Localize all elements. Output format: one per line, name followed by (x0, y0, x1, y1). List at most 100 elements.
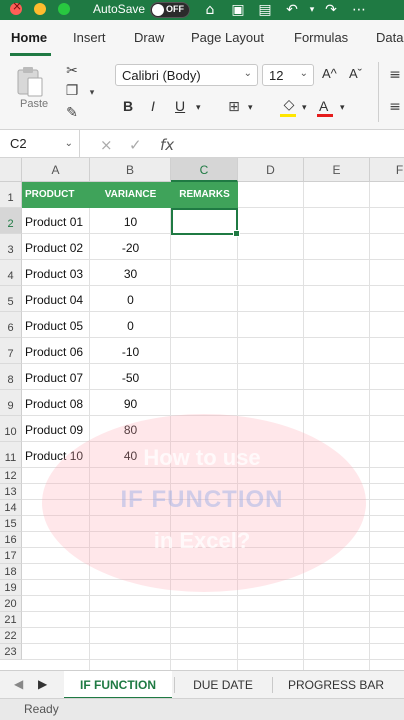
row-gridline (22, 285, 404, 286)
cell-product[interactable]: Product 09 (25, 423, 83, 437)
cell-variance[interactable]: -50 (90, 371, 171, 385)
sheet-tab-progress-bar[interactable]: PROGRESS BAR (276, 671, 396, 699)
bold-button[interactable]: B (123, 98, 133, 114)
font-size-select[interactable]: 12 ⌄ (262, 64, 314, 86)
worksheet-grid[interactable]: A B C D E F 1 2 3 4 5 6 7 8 9 10 11 12 13 14 15 16 17 18 1… (0, 158, 404, 670)
decrease-font-size-button[interactable]: Aˇ (349, 66, 362, 81)
cell-product[interactable]: Product 08 (25, 397, 83, 411)
borders-icon[interactable]: ⊞ (225, 98, 243, 116)
insert-function-button[interactable]: fx (160, 136, 174, 154)
row-header[interactable]: 5 (0, 286, 22, 312)
align-icon[interactable]: ≡ (386, 66, 404, 84)
undo-dropdown-icon[interactable]: ▾ (303, 1, 321, 19)
ribbon-home: Paste ✂ ❐ ▾ ✎ Calibri (Body) ⌄ 12 ⌄ A^ A… (0, 56, 404, 130)
cell-product[interactable]: Product 01 (25, 215, 83, 229)
copy-icon[interactable]: ❐ (63, 82, 81, 100)
row-header[interactable]: 3 (0, 234, 22, 260)
copy-dropdown-icon[interactable]: ▾ (83, 84, 101, 102)
row-header[interactable]: 2 (0, 208, 22, 234)
italic-button[interactable]: I (151, 98, 155, 114)
cell-variance[interactable]: 30 (90, 267, 171, 281)
tab-insert[interactable]: Insert (73, 30, 106, 45)
fill-color-icon[interactable]: ◇ (280, 96, 298, 114)
row-header[interactable]: 20 (0, 596, 22, 612)
save-as-icon[interactable]: ▤ (256, 1, 274, 19)
row-header[interactable]: 4 (0, 260, 22, 286)
increase-font-size-button[interactable]: A^ (322, 66, 337, 81)
next-sheet-icon[interactable]: ▶ (38, 677, 47, 691)
column-header-b[interactable]: B (90, 158, 171, 182)
tab-data[interactable]: Data (376, 30, 403, 45)
row-header[interactable]: 18 (0, 564, 22, 580)
more-icon[interactable]: ⋯ (350, 1, 368, 19)
header-cell-remarks[interactable]: REMARKS (171, 182, 238, 208)
previous-sheet-icon[interactable]: ◀ (14, 677, 23, 691)
active-cell-c2[interactable] (171, 208, 240, 237)
row-header[interactable]: 8 (0, 364, 22, 390)
cancel-icon[interactable]: × (100, 136, 113, 154)
row-header[interactable]: 10 (0, 416, 22, 442)
chevron-down-icon: ⌄ (243, 68, 252, 79)
cell-variance[interactable]: 0 (90, 319, 171, 333)
font-color-dropdown-icon[interactable]: ▾ (340, 102, 345, 113)
redo-icon[interactable]: ↷ (322, 1, 340, 19)
select-all-corner[interactable] (0, 158, 22, 182)
column-gridline (369, 182, 370, 670)
row-header[interactable]: 23 (0, 644, 22, 660)
enter-icon[interactable]: ✓ (129, 136, 142, 154)
undo-icon[interactable]: ↶ (283, 1, 301, 19)
autosave-toggle[interactable]: OFF (150, 2, 190, 18)
cell-variance[interactable]: 0 (90, 293, 171, 307)
home-icon[interactable]: ⌂ (201, 1, 219, 19)
underline-dropdown-icon[interactable]: ▾ (196, 102, 201, 113)
row-header[interactable]: 19 (0, 580, 22, 596)
name-box[interactable]: C2 ⌄ (0, 130, 80, 158)
ribbon-separator (378, 62, 379, 122)
cell-product[interactable]: Product 03 (25, 267, 83, 281)
row-header[interactable]: 1 (0, 182, 22, 208)
cell-product[interactable]: Product 05 (25, 319, 83, 333)
borders-dropdown-icon[interactable]: ▾ (248, 102, 253, 113)
column-header-c[interactable]: C (171, 158, 238, 182)
header-cell-product[interactable]: PRODUCT (22, 182, 90, 208)
minimize-window-button[interactable] (34, 3, 46, 15)
column-header-e[interactable]: E (304, 158, 370, 182)
paste-icon[interactable] (16, 66, 44, 98)
zoom-window-button[interactable] (58, 3, 70, 15)
cell-variance[interactable]: -20 (90, 241, 171, 255)
row-header[interactable]: 21 (0, 612, 22, 628)
row-header[interactable]: 22 (0, 628, 22, 644)
sheet-tab-if-function[interactable]: IF FUNCTION (64, 671, 172, 699)
cut-icon[interactable]: ✂ (63, 62, 81, 80)
toggle-knob (152, 4, 164, 16)
row-header[interactable]: 9 (0, 390, 22, 416)
tab-draw[interactable]: Draw (134, 30, 164, 45)
column-header-a[interactable]: A (22, 158, 90, 182)
font-name-select[interactable]: Calibri (Body) ⌄ (115, 64, 258, 86)
close-window-button[interactable] (10, 0, 22, 15)
header-cell-variance[interactable]: VARIANCE (90, 182, 171, 208)
cell-product[interactable]: Product 04 (25, 293, 83, 307)
underline-button[interactable]: U (175, 98, 185, 114)
tab-home[interactable]: Home (11, 30, 47, 45)
watermark-line-1: How to use (143, 445, 261, 470)
sheet-tab-due-date[interactable]: DUE DATE (178, 671, 268, 699)
row-header[interactable]: 6 (0, 312, 22, 338)
font-color-button[interactable]: A (319, 98, 328, 114)
tab-formulas[interactable]: Formulas (294, 30, 348, 45)
tab-page-layout[interactable]: Page Layout (191, 30, 264, 45)
cell-variance[interactable]: -10 (90, 345, 171, 359)
column-header-f[interactable]: F (370, 158, 404, 182)
cell-variance[interactable]: 10 (90, 215, 171, 229)
align-bottom-icon[interactable]: ≡ (386, 98, 404, 116)
format-painter-icon[interactable]: ✎ (63, 104, 81, 122)
save-icon[interactable]: ▣ (229, 1, 247, 19)
cell-product[interactable]: Product 02 (25, 241, 83, 255)
column-header-d[interactable]: D (238, 158, 304, 182)
font-size-value: 12 (269, 68, 284, 83)
cell-variance[interactable]: 90 (90, 397, 171, 411)
cell-product[interactable]: Product 06 (25, 345, 83, 359)
row-header[interactable]: 7 (0, 338, 22, 364)
fill-color-dropdown-icon[interactable]: ▾ (302, 102, 307, 113)
cell-product[interactable]: Product 07 (25, 371, 83, 385)
